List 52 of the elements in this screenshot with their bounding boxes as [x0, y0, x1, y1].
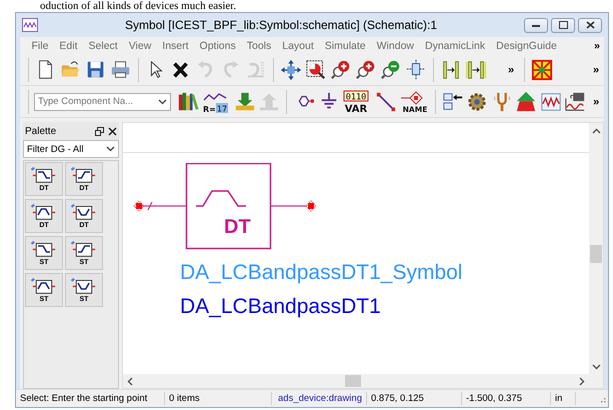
window-title: Symbol [ICEST_BPF_lib:Symbol:schematic] (Schematic):1: [124, 18, 438, 32]
status-text: 0.875, 0.125: [367, 392, 462, 405]
overflow-button[interactable]: »: [590, 40, 604, 52]
scroll-thumb[interactable]: [345, 375, 361, 387]
panel-title: Palette: [25, 126, 58, 136]
maximize-icon: [558, 21, 568, 29]
close-icon: [586, 21, 594, 29]
vertical-scrollbar[interactable]: [589, 123, 603, 374]
symbol-label: DT: [224, 216, 251, 238]
menu-item[interactable]: Layout: [276, 40, 320, 52]
scroll-right-icon[interactable]: [579, 376, 585, 386]
component-symbol[interactable]: [132, 163, 317, 251]
scroll-down-icon[interactable]: [592, 364, 600, 370]
menu-item[interactable]: View: [123, 40, 157, 52]
overflow-button[interactable]: »: [588, 56, 604, 82]
menu-item[interactable]: Window: [371, 40, 420, 52]
var-button[interactable]: 0110 VAR: [341, 88, 373, 114]
menu-item[interactable]: Edit: [54, 40, 84, 52]
filter-dropdown[interactable]: Filter DG - All: [23, 140, 119, 158]
menu-item[interactable]: DynamicLink: [420, 40, 491, 52]
overflow-button[interactable]: »: [588, 88, 604, 114]
menu-item[interactable]: File: [26, 40, 54, 52]
menu-item[interactable]: Select: [83, 40, 124, 52]
scroll-left-icon[interactable]: [127, 376, 133, 386]
menu-item[interactable]: DesignGuide: [490, 40, 562, 52]
minimize-button[interactable]: [524, 18, 548, 32]
app-icon: [22, 18, 38, 32]
component-name: DA_LCBandpassDT1_Symbol: [180, 261, 462, 285]
component-name: DA_LCBandpassDT1: [180, 295, 381, 319]
maximize-button[interactable]: [551, 18, 575, 32]
scroll-up-icon[interactable]: [592, 128, 600, 134]
status-text: -1.500, 0.375: [462, 392, 551, 405]
component-field[interactable]: Type Component Na...: [34, 92, 171, 110]
menu-item[interactable]: Options: [194, 40, 242, 52]
close-button[interactable]: [578, 18, 602, 32]
minimize-icon: [532, 24, 540, 26]
menu-item[interactable]: Insert: [156, 40, 194, 52]
scroll-thumb[interactable]: [590, 245, 602, 263]
status-link[interactable]: ads_device:drawing: [272, 392, 367, 405]
document-text: oduction of all kinds of devices much easier.: [40, 0, 236, 12]
caret-icon[interactable]: [106, 146, 115, 152]
horizontal-scrollbar[interactable]: [123, 374, 603, 388]
tune-button[interactable]: R=17: [200, 88, 232, 114]
close-icon[interactable]: [108, 126, 117, 136]
status-text: in: [551, 392, 576, 405]
float-icon[interactable]: [95, 126, 104, 136]
caret-icon[interactable]: [158, 98, 167, 104]
menu-item[interactable]: Tools: [241, 40, 277, 52]
menu-item[interactable]: Simulate: [319, 40, 372, 52]
status-text: Select: Enter the starting point: [16, 392, 165, 405]
status-text: 0 items: [165, 392, 272, 405]
overflow-button[interactable]: »: [503, 56, 519, 82]
